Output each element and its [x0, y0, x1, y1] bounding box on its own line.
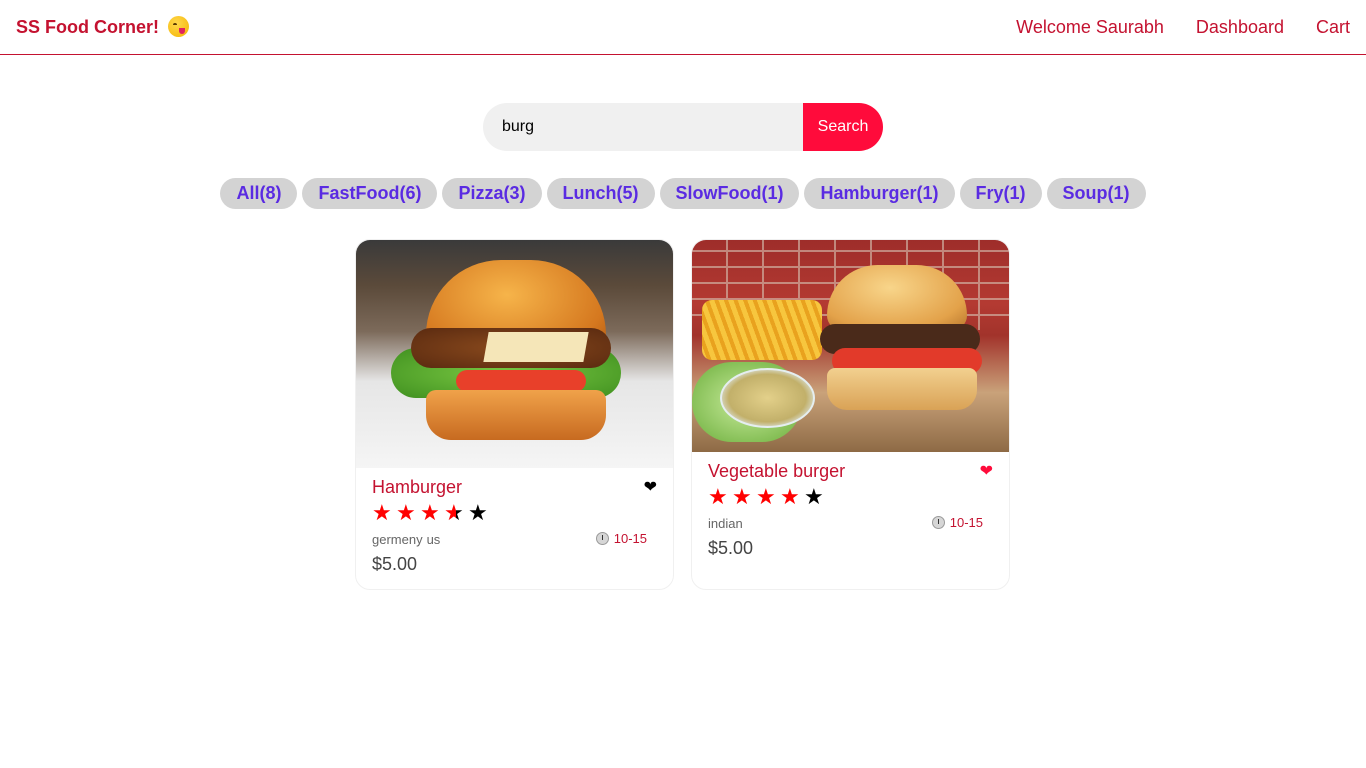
star-icon: ★ [708, 484, 728, 509]
tag-fastfood[interactable]: FastFood(6) [302, 178, 438, 209]
nav-dashboard-link[interactable]: Dashboard [1196, 16, 1284, 38]
favorite-heart-icon[interactable]: ❤ [644, 477, 657, 497]
tag-pizza[interactable]: Pizza(3) [442, 178, 542, 209]
food-card[interactable]: Vegetable burger ❤ ★ ★ ★ ★ ★ indian 10-15 $5… [691, 239, 1010, 590]
star-icon: ★ [732, 484, 752, 509]
star-icon: ★ [396, 500, 416, 525]
clock-icon [931, 516, 945, 529]
food-name: Hamburger [372, 477, 463, 497]
food-card-body: Hamburger ❤ ★ ★ ★ ★ ★ germeny us 10-15 $5.00 [356, 468, 673, 575]
food-card[interactable]: Hamburger ❤ ★ ★ ★ ★ ★ germeny us 10-15 $5.00 [355, 239, 674, 590]
search-input[interactable] [483, 103, 803, 151]
star-icon: ★ [372, 500, 392, 525]
star-icon: ★ [420, 500, 440, 525]
search-bar: Search [483, 103, 883, 151]
tag-all[interactable]: All(8) [220, 178, 298, 209]
favorite-heart-icon[interactable]: ❤ [980, 461, 993, 481]
origin-tag: germeny [372, 532, 423, 547]
star-half-icon: ★ [444, 501, 468, 525]
site-header: SS Food Corner! Welcome Saurabh Dashboar… [0, 0, 1366, 55]
tag-slowfood[interactable]: SlowFood(1) [659, 178, 800, 209]
search-button[interactable]: Search [803, 103, 883, 151]
food-image [356, 240, 673, 468]
logo-text: SS Food Corner! [16, 17, 159, 37]
cook-time-value: 10-15 [949, 515, 983, 530]
cook-time-value: 10-15 [613, 531, 647, 546]
origin-list: germeny us [372, 532, 444, 547]
food-card-body: Vegetable burger ❤ ★ ★ ★ ★ ★ indian 10-15 $5… [692, 452, 1009, 559]
food-meta: germeny us 10-15 [372, 531, 657, 549]
origin-tag: indian [708, 516, 743, 531]
origin-tag: us [426, 532, 441, 547]
star-icon: ★ [468, 500, 488, 525]
origin-list: indian [708, 516, 747, 531]
tag-lunch[interactable]: Lunch(5) [546, 178, 655, 209]
nav-cart-link[interactable]: Cart [1316, 16, 1350, 38]
food-image [692, 240, 1009, 452]
star-icon: ★ [804, 484, 824, 509]
nav-welcome-link[interactable]: Welcome Saurabh [1016, 16, 1164, 38]
cook-time: 10-15 [931, 515, 983, 530]
tag-soup[interactable]: Soup(1) [1046, 178, 1146, 209]
food-meta: indian 10-15 [708, 515, 993, 533]
cook-time: 10-15 [595, 531, 647, 546]
face-savoring-food-icon [168, 16, 190, 37]
food-name: Vegetable burger [708, 461, 846, 481]
star-icon: ★ [756, 484, 776, 509]
star-rating: ★ ★ ★ ★ ★ [708, 485, 993, 509]
tag-hamburger[interactable]: Hamburger(1) [804, 178, 955, 209]
main-nav: Welcome Saurabh Dashboard Cart [1016, 16, 1350, 38]
star-icon: ★ [780, 484, 800, 509]
food-price: $5.00 [708, 538, 754, 558]
food-price: $5.00 [372, 554, 418, 574]
logo-link[interactable]: SS Food Corner! [16, 16, 190, 38]
tag-fry[interactable]: Fry(1) [959, 178, 1042, 209]
clock-icon [595, 532, 609, 545]
tag-filter-list: All(8) FastFood(6) Pizza(3) Lunch(5) Slo… [0, 178, 1366, 209]
star-rating: ★ ★ ★ ★ ★ [372, 501, 657, 525]
